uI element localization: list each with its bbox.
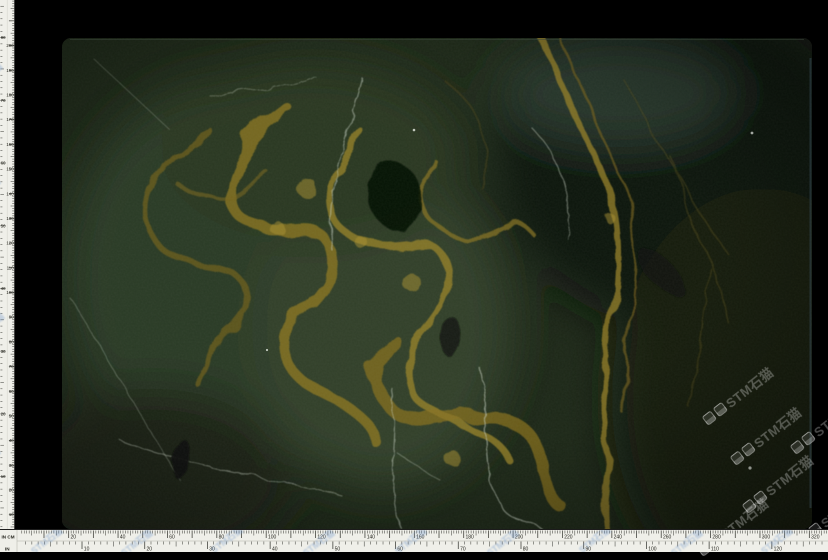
v-ruler-cm-label: 40 bbox=[9, 438, 14, 443]
h-ruler-in-label: 110 bbox=[711, 547, 719, 552]
v-ruler-cm-label: 120 bbox=[6, 241, 14, 246]
h-ruler-in-label: 70 bbox=[460, 547, 466, 552]
v-ruler-in-label: 80 bbox=[1, 35, 6, 40]
v-ruler-cm-label: 190 bbox=[6, 68, 14, 73]
h-ruler-cm-label: 40 bbox=[120, 535, 126, 541]
h-ruler-in-label: 30 bbox=[209, 547, 215, 552]
viewer-canvas: STM石猫 STM石猫 STM石猫 STM石猫 STM石猫 STM石猫 2001… bbox=[0, 0, 828, 552]
slab-texture bbox=[62, 38, 812, 529]
v-ruler-cm-label: 140 bbox=[6, 191, 14, 196]
h-ruler-cm-label: 100 bbox=[268, 535, 277, 541]
v-ruler-cm-label: 150 bbox=[6, 167, 14, 172]
h-ruler-cm-label: 140 bbox=[367, 535, 376, 541]
v-ruler-cm-label: 100 bbox=[6, 290, 14, 295]
h-ruler-cm-label: 220 bbox=[564, 535, 573, 541]
h-ruler-in-label: 40 bbox=[272, 547, 278, 552]
v-ruler-cm-label: 180 bbox=[6, 92, 14, 97]
v-ruler-in-label: 30 bbox=[1, 349, 6, 354]
h-ruler-cm-label: 120 bbox=[317, 535, 326, 541]
stm-logo-icon bbox=[713, 402, 728, 417]
v-ruler-cm-label: 70 bbox=[9, 364, 14, 369]
vertical-ruler-scale: 200 190 180 170 160 150 140 130 120 110 100 90 80 70 6… bbox=[0, 0, 15, 529]
h-ruler-cm-label: 260 bbox=[663, 535, 672, 541]
v-ruler-in-label: 20 bbox=[1, 411, 6, 416]
horizontal-ruler: 20 40 60 80 100 120 140 160 180 200 220 240 260 280 30… bbox=[0, 529, 828, 552]
h-ruler-in-label: 120 bbox=[774, 547, 783, 552]
v-ruler-in-label: 10 bbox=[1, 474, 6, 479]
v-ruler-in-label: 70 bbox=[1, 98, 6, 103]
v-ruler-in-label: 40 bbox=[1, 286, 6, 291]
h-ruler-cm-label: 280 bbox=[712, 535, 721, 541]
h-ruler-in-label: 100 bbox=[648, 547, 657, 552]
v-ruler-cm-label: 20 bbox=[9, 488, 14, 493]
h-ruler-in-label: 20 bbox=[147, 547, 153, 552]
h-ruler-cm-label: 20 bbox=[70, 535, 76, 541]
stm-logo-icon bbox=[801, 431, 816, 446]
v-ruler-cm-label: 30 bbox=[9, 463, 14, 468]
ruler-corner-units: IN bbox=[5, 547, 10, 552]
h-ruler-in-label: 90 bbox=[586, 547, 592, 552]
v-ruler-cm-label: 200 bbox=[6, 43, 14, 48]
h-ruler-in-label: 10 bbox=[84, 547, 90, 552]
vertical-ruler: 200 190 180 170 160 150 140 130 120 110 100 90 80 70 6… bbox=[0, 0, 15, 529]
v-ruler-in-label: 50 bbox=[1, 223, 6, 228]
h-ruler-cm-label: 180 bbox=[466, 535, 475, 541]
h-ruler-in-label: 80 bbox=[523, 547, 529, 552]
v-ruler-cm-label: 80 bbox=[9, 339, 14, 344]
v-ruler-cm-label: 90 bbox=[9, 315, 14, 320]
ruler-corner-units: IN CM bbox=[2, 535, 15, 540]
h-ruler-cm-label: 60 bbox=[169, 535, 175, 541]
h-ruler-cm-label: 200 bbox=[515, 535, 524, 541]
v-ruler-in-label: 60 bbox=[1, 161, 6, 166]
v-ruler-cm-label: 130 bbox=[6, 216, 14, 221]
v-ruler-cm-label: 10 bbox=[9, 512, 14, 517]
v-ruler-cm-label: 160 bbox=[6, 142, 14, 147]
slab-image bbox=[62, 38, 812, 529]
v-ruler-cm-label: 170 bbox=[6, 117, 14, 122]
h-ruler-cm-label: 320 bbox=[811, 535, 820, 541]
horizontal-ruler-scale: 20 40 60 80 100 120 140 160 180 200 220 240 260 280 30… bbox=[0, 530, 828, 552]
v-ruler-cm-label: 110 bbox=[7, 265, 14, 270]
h-ruler-cm-label: 240 bbox=[614, 535, 623, 541]
h-ruler-in-label: 50 bbox=[335, 547, 341, 552]
h-ruler-cm-label: 300 bbox=[762, 535, 771, 541]
v-ruler-cm-label: 60 bbox=[9, 389, 14, 394]
h-ruler-in-label: 60 bbox=[397, 547, 403, 552]
v-ruler-cm-label: 50 bbox=[9, 413, 14, 418]
h-ruler-cm-label: 80 bbox=[219, 535, 225, 541]
h-ruler-cm-label: 160 bbox=[416, 535, 425, 541]
stm-logo-icon bbox=[741, 442, 756, 457]
